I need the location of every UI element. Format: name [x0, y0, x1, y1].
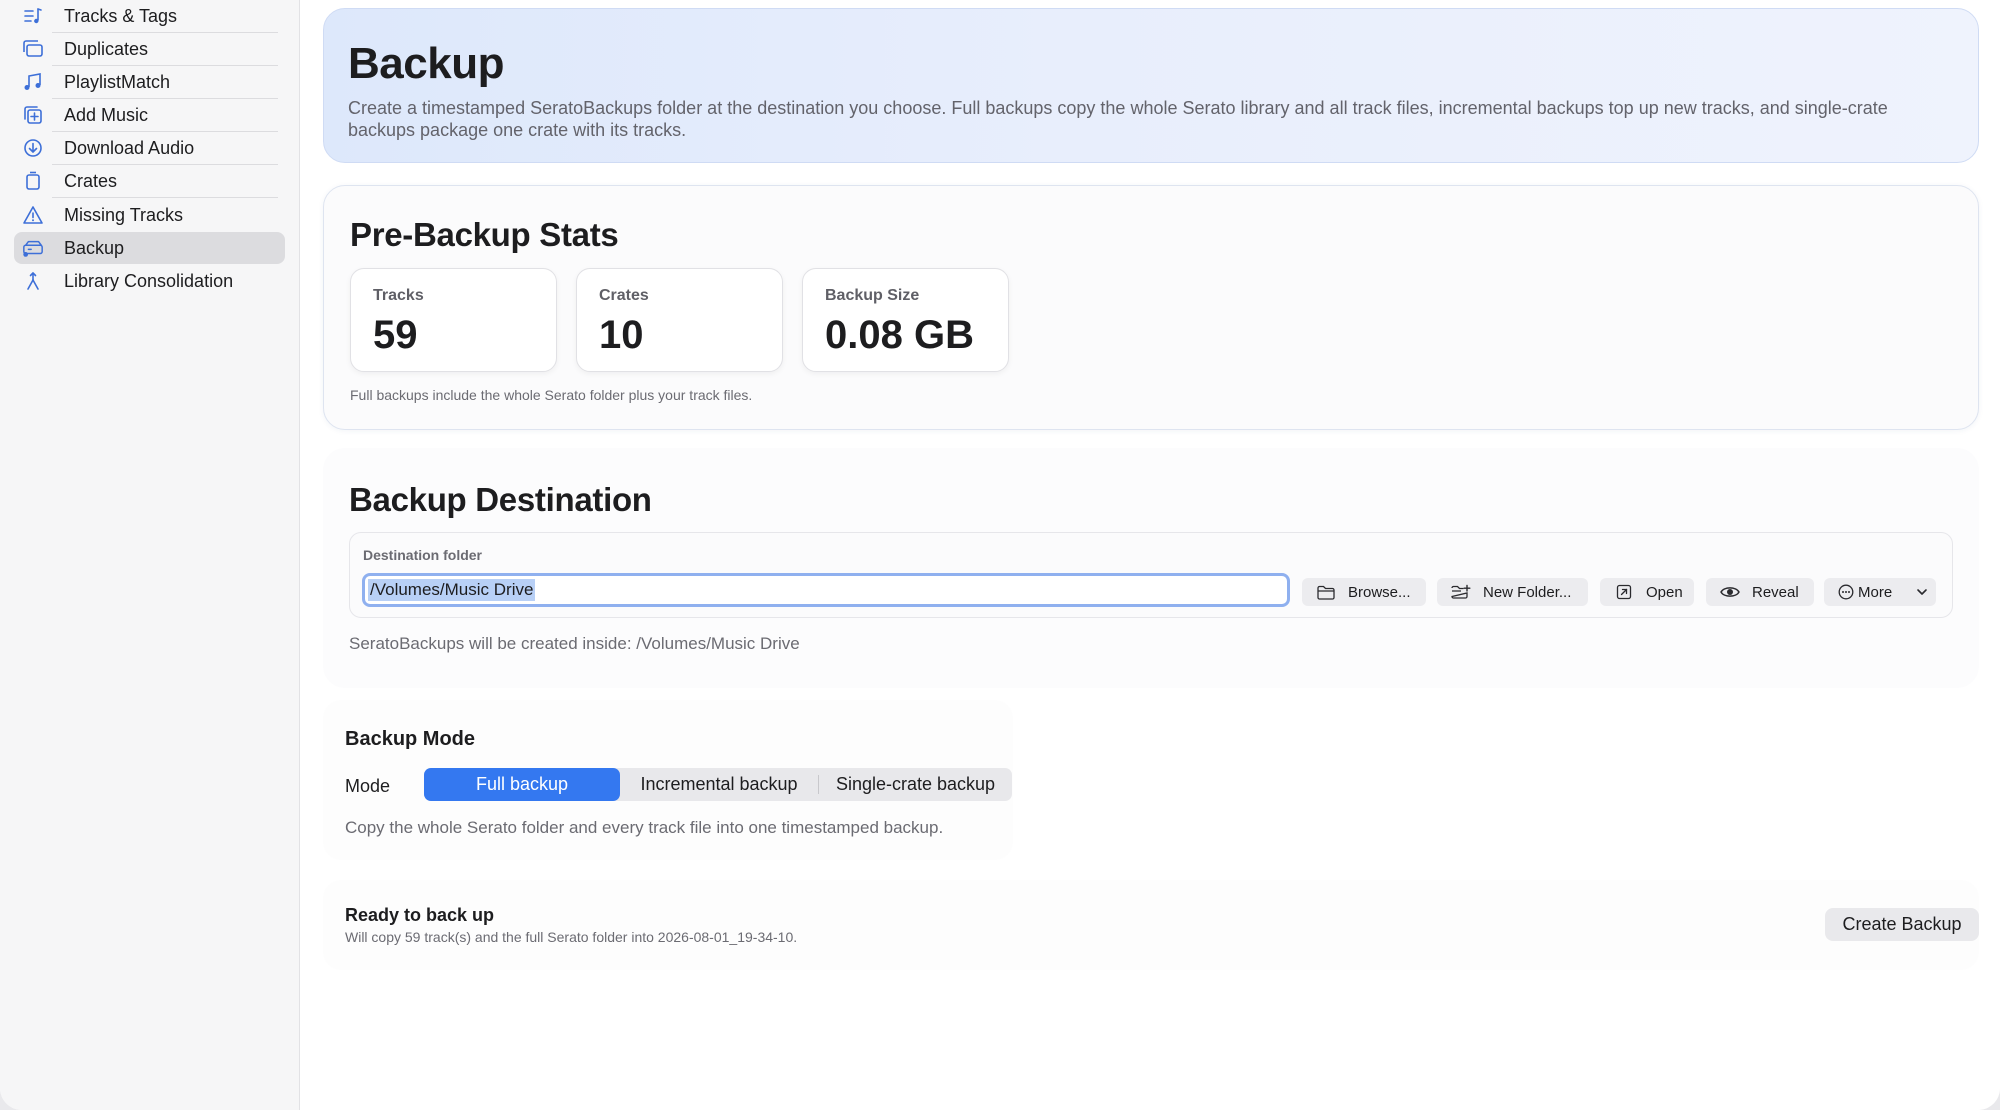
sidebar-item-label: Duplicates — [64, 38, 149, 59]
warning-icon — [22, 204, 44, 226]
ready-title: Ready to back up — [345, 905, 495, 925]
duplicate-icon — [22, 38, 44, 60]
sidebar: Tracks & Tags Duplicates PlaylistMatch A… — [0, 0, 300, 1110]
chevron-down-icon — [1916, 585, 1928, 602]
folder-icon — [1316, 583, 1336, 601]
stat-value: 10 — [599, 313, 644, 357]
music-list-icon — [22, 5, 44, 27]
add-square-icon — [22, 104, 44, 126]
stat-crates: Crates 10 — [576, 268, 783, 372]
eye-icon — [1720, 583, 1740, 601]
new-folder-label: New Folder... — [1483, 583, 1572, 601]
pre-backup-stats-card: Pre-Backup Stats Tracks 59 Crates 10 Bac… — [323, 185, 1979, 430]
browse-label: Browse... — [1348, 583, 1411, 601]
page-header: Backup Create a timestamped SeratoBackup… — [323, 8, 1979, 163]
sidebar-item-label: Library Consolidation — [64, 270, 234, 291]
backup-drive-icon — [22, 237, 44, 259]
section-title: Backup Mode — [345, 728, 476, 750]
sidebar-item-label: PlaylistMatch — [64, 71, 171, 92]
mode-segmented-control: Full backup Incremental backup Single-cr… — [424, 768, 1012, 801]
ready-card: Ready to back up Will copy 59 track(s) a… — [323, 880, 1979, 970]
sidebar-item-library-consolidation[interactable]: Library Consolidation — [14, 265, 285, 297]
stat-label: Crates — [599, 287, 649, 304]
section-title: Backup Destination — [349, 481, 652, 518]
folder-plus-icon — [1451, 583, 1471, 601]
stat-value: 0.08 GB — [825, 313, 974, 357]
destination-field-label: Destination folder — [363, 547, 483, 563]
sidebar-item-label: Missing Tracks — [64, 204, 184, 225]
create-backup-button[interactable]: Create Backup — [1825, 908, 1979, 941]
stat-tracks: Tracks 59 — [350, 268, 557, 372]
download-circle-icon — [22, 137, 44, 159]
sidebar-item-add-music[interactable]: Add Music — [14, 99, 285, 132]
sidebar-item-tracks-tags[interactable]: Tracks & Tags — [14, 0, 285, 33]
crate-icon — [22, 170, 44, 192]
reveal-label: Reveal — [1752, 583, 1799, 601]
more-menu-button[interactable]: More — [1824, 578, 1936, 606]
sidebar-item-backup[interactable]: Backup — [14, 232, 285, 264]
stat-label: Backup Size — [825, 287, 920, 304]
stat-label: Tracks — [373, 287, 424, 304]
sidebar-item-label: Download Audio — [64, 137, 195, 158]
merge-icon — [22, 270, 44, 292]
ready-note: Will copy 59 track(s) and the full Serat… — [345, 929, 798, 945]
app-window: Tracks & Tags Duplicates PlaylistMatch A… — [0, 0, 2000, 1110]
sidebar-item-crates[interactable]: Crates — [14, 165, 285, 198]
stat-value: 59 — [373, 313, 418, 357]
mode-option-full[interactable]: Full backup — [424, 768, 620, 801]
sidebar-item-label: Backup — [64, 237, 125, 258]
destination-input-value[interactable]: /Volumes/Music Drive — [368, 579, 536, 601]
sidebar-item-label: Add Music — [64, 104, 149, 125]
sidebar-item-download-audio[interactable]: Download Audio — [14, 132, 285, 165]
reveal-button[interactable]: Reveal — [1706, 578, 1814, 606]
stats-note: Full backups include the whole Serato fo… — [350, 387, 753, 403]
sidebar-item-missing-tracks[interactable]: Missing Tracks — [14, 199, 285, 231]
ellipsis-circle-icon — [1838, 583, 1854, 601]
more-label: More — [1858, 583, 1893, 601]
new-folder-button[interactable]: New Folder... — [1437, 578, 1588, 606]
mode-option-single-crate[interactable]: Single-crate backup — [819, 768, 1012, 801]
destination-box: Destination folder /Volumes/Music Drive … — [349, 532, 1953, 618]
sidebar-item-label: Tracks & Tags — [64, 5, 178, 26]
backup-mode-card: Backup Mode Mode Full backup Incremental… — [323, 700, 1013, 860]
open-external-icon — [1614, 583, 1634, 601]
section-title: Pre-Backup Stats — [350, 216, 619, 253]
page-title: Backup — [348, 39, 504, 88]
open-button[interactable]: Open — [1600, 578, 1694, 606]
sidebar-item-playlistmatch[interactable]: PlaylistMatch — [14, 66, 285, 99]
sidebar-item-label: Crates — [64, 170, 118, 191]
open-label: Open — [1646, 583, 1683, 601]
mode-note: Copy the whole Serato folder and every t… — [345, 818, 944, 837]
music-note-icon — [22, 71, 44, 93]
mode-option-incremental[interactable]: Incremental backup — [620, 768, 818, 801]
page-description: Create a timestamped SeratoBackups folde… — [348, 98, 1888, 140]
sidebar-item-duplicates[interactable]: Duplicates — [14, 33, 285, 66]
mode-label: Mode — [345, 776, 391, 796]
main-content: Backup Create a timestamped SeratoBackup… — [301, 0, 2000, 1110]
destination-note: SeratoBackups will be created inside: /V… — [349, 634, 800, 653]
stat-backup-size: Backup Size 0.08 GB — [802, 268, 1009, 372]
browse-button[interactable]: Browse... — [1302, 578, 1426, 606]
backup-destination-card: Backup Destination Destination folder /V… — [323, 448, 1979, 688]
